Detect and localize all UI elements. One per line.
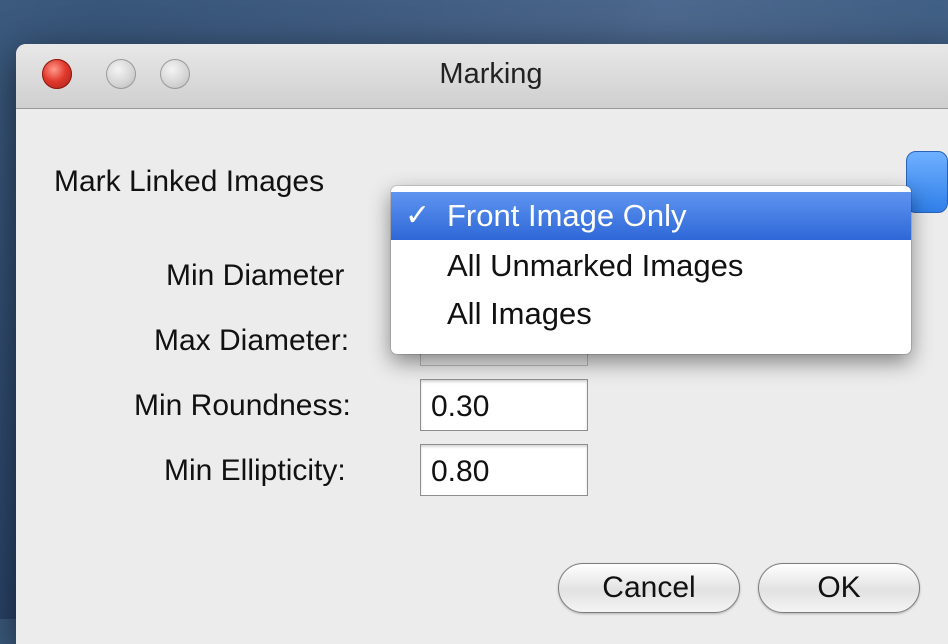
min-ellipticity-label: Min Ellipticity: — [164, 454, 346, 487]
min-ellipticity-field[interactable]: 0.80 — [420, 444, 588, 496]
menu-item-front-image-only[interactable]: ✓ Front Image Only — [391, 192, 911, 240]
menu-item-label: All Unmarked Images — [447, 248, 744, 283]
cancel-button[interactable]: Cancel — [558, 563, 740, 613]
checkmark-icon: ✓ — [405, 199, 431, 232]
mark-linked-images-label: Mark Linked Images — [54, 165, 325, 198]
menu-item-label: Front Image Only — [447, 198, 687, 233]
min-roundness-label: Min Roundness: — [134, 389, 351, 422]
min-diameter-label: Min Diameter — [166, 259, 345, 292]
marking-dialog: Marking Mark Linked Images Min Diameter … — [16, 44, 948, 644]
title-bar[interactable]: Marking — [16, 44, 948, 109]
mark-linked-images-menu: ✓ Front Image Only All Unmarked Images A… — [391, 186, 911, 354]
window-title: Marking — [439, 58, 543, 90]
mark-linked-images-popup-button[interactable] — [906, 151, 948, 213]
ok-button[interactable]: OK — [758, 563, 920, 613]
menu-item-label: All Images — [447, 296, 592, 331]
menu-item-all-unmarked-images[interactable]: All Unmarked Images — [391, 242, 911, 290]
max-diameter-label: Max Diameter: — [154, 324, 350, 357]
dialog-content: Mark Linked Images Min Diameter Max Diam… — [16, 109, 948, 644]
menu-item-all-images[interactable]: All Images — [391, 290, 911, 338]
min-roundness-field[interactable]: 0.30 — [420, 379, 588, 431]
